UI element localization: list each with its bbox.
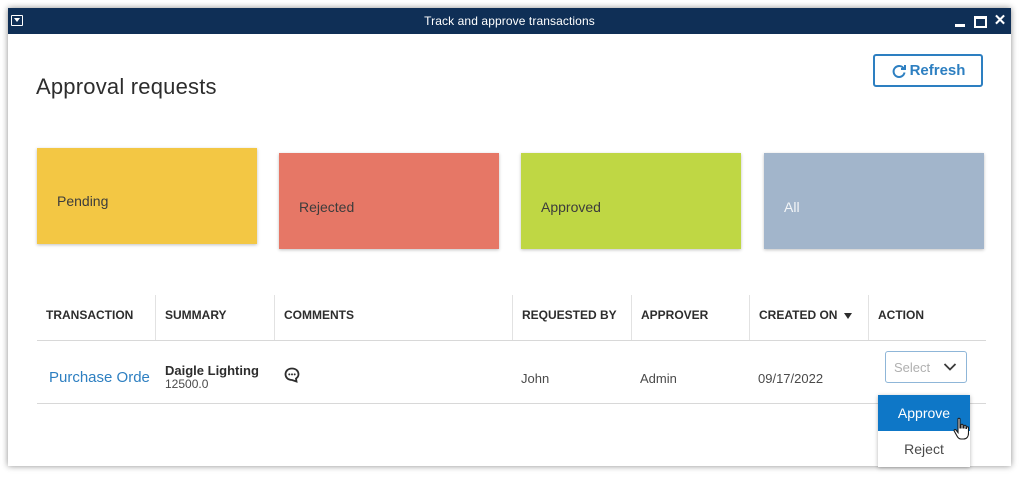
approval-window: Track and approve transactions ✕ Approva… bbox=[8, 8, 1011, 467]
status-card-all[interactable]: All bbox=[764, 153, 984, 249]
requested-by-cell: John bbox=[521, 371, 550, 386]
action-select-value: Select bbox=[894, 360, 931, 375]
minimize-icon[interactable] bbox=[952, 12, 968, 30]
refresh-button[interactable]: Refresh bbox=[873, 54, 983, 87]
window-title: Track and approve transactions bbox=[424, 14, 595, 28]
action-select[interactable]: Select bbox=[885, 351, 967, 383]
column-label: APPROVER bbox=[641, 308, 709, 322]
status-card-approved[interactable]: Approved bbox=[521, 153, 741, 249]
transaction-link[interactable]: Purchase Orde bbox=[49, 369, 156, 386]
hand-cursor-icon bbox=[953, 417, 969, 440]
column-header-summary[interactable]: SUMMARY bbox=[155, 295, 274, 340]
table-row: Purchase Orde Daigle Lighting 12500.0 Jo… bbox=[37, 341, 986, 404]
column-label: SUMMARY bbox=[165, 308, 227, 322]
refresh-icon bbox=[892, 64, 906, 78]
comment-icon[interactable] bbox=[284, 367, 300, 383]
status-card-label: Pending bbox=[57, 193, 109, 209]
status-card-pending[interactable]: Pending bbox=[37, 148, 257, 244]
window-titlebar: Track and approve transactions ✕ bbox=[8, 8, 1011, 34]
status-card-label: Approved bbox=[541, 199, 601, 215]
refresh-label: Refresh bbox=[909, 62, 966, 79]
column-label: ACTION bbox=[878, 308, 924, 322]
chevron-down-icon bbox=[943, 363, 957, 371]
summary-amount: 12500.0 bbox=[165, 377, 209, 391]
close-icon[interactable]: ✕ bbox=[992, 12, 1008, 30]
approver-cell: Admin bbox=[640, 371, 677, 386]
column-header-requested-by[interactable]: REQUESTED BY bbox=[512, 295, 631, 340]
status-card-rejected[interactable]: Rejected bbox=[279, 153, 499, 249]
column-header-transaction[interactable]: TRANSACTION bbox=[37, 295, 155, 340]
column-label: COMMENTS bbox=[284, 308, 354, 322]
status-card-label: All bbox=[784, 199, 800, 215]
maximize-icon[interactable] bbox=[972, 12, 988, 30]
status-card-label: Rejected bbox=[299, 199, 355, 215]
table-header: TRANSACTION SUMMARY COMMENTS REQUESTED B… bbox=[37, 295, 986, 341]
column-header-comments[interactable]: COMMENTS bbox=[274, 295, 512, 340]
column-label: TRANSACTION bbox=[46, 308, 134, 322]
column-label: REQUESTED BY bbox=[522, 308, 617, 322]
sort-down-icon bbox=[844, 312, 853, 319]
column-header-created-on[interactable]: CREATED ON bbox=[749, 295, 868, 340]
column-header-action[interactable]: ACTION bbox=[868, 295, 986, 340]
page-title: Approval requests bbox=[36, 74, 217, 99]
summary-name: Daigle Lighting bbox=[165, 363, 259, 378]
column-header-approver[interactable]: APPROVER bbox=[631, 295, 749, 340]
created-on-cell: 09/17/2022 bbox=[758, 371, 824, 386]
column-label: CREATED ON bbox=[759, 308, 838, 322]
